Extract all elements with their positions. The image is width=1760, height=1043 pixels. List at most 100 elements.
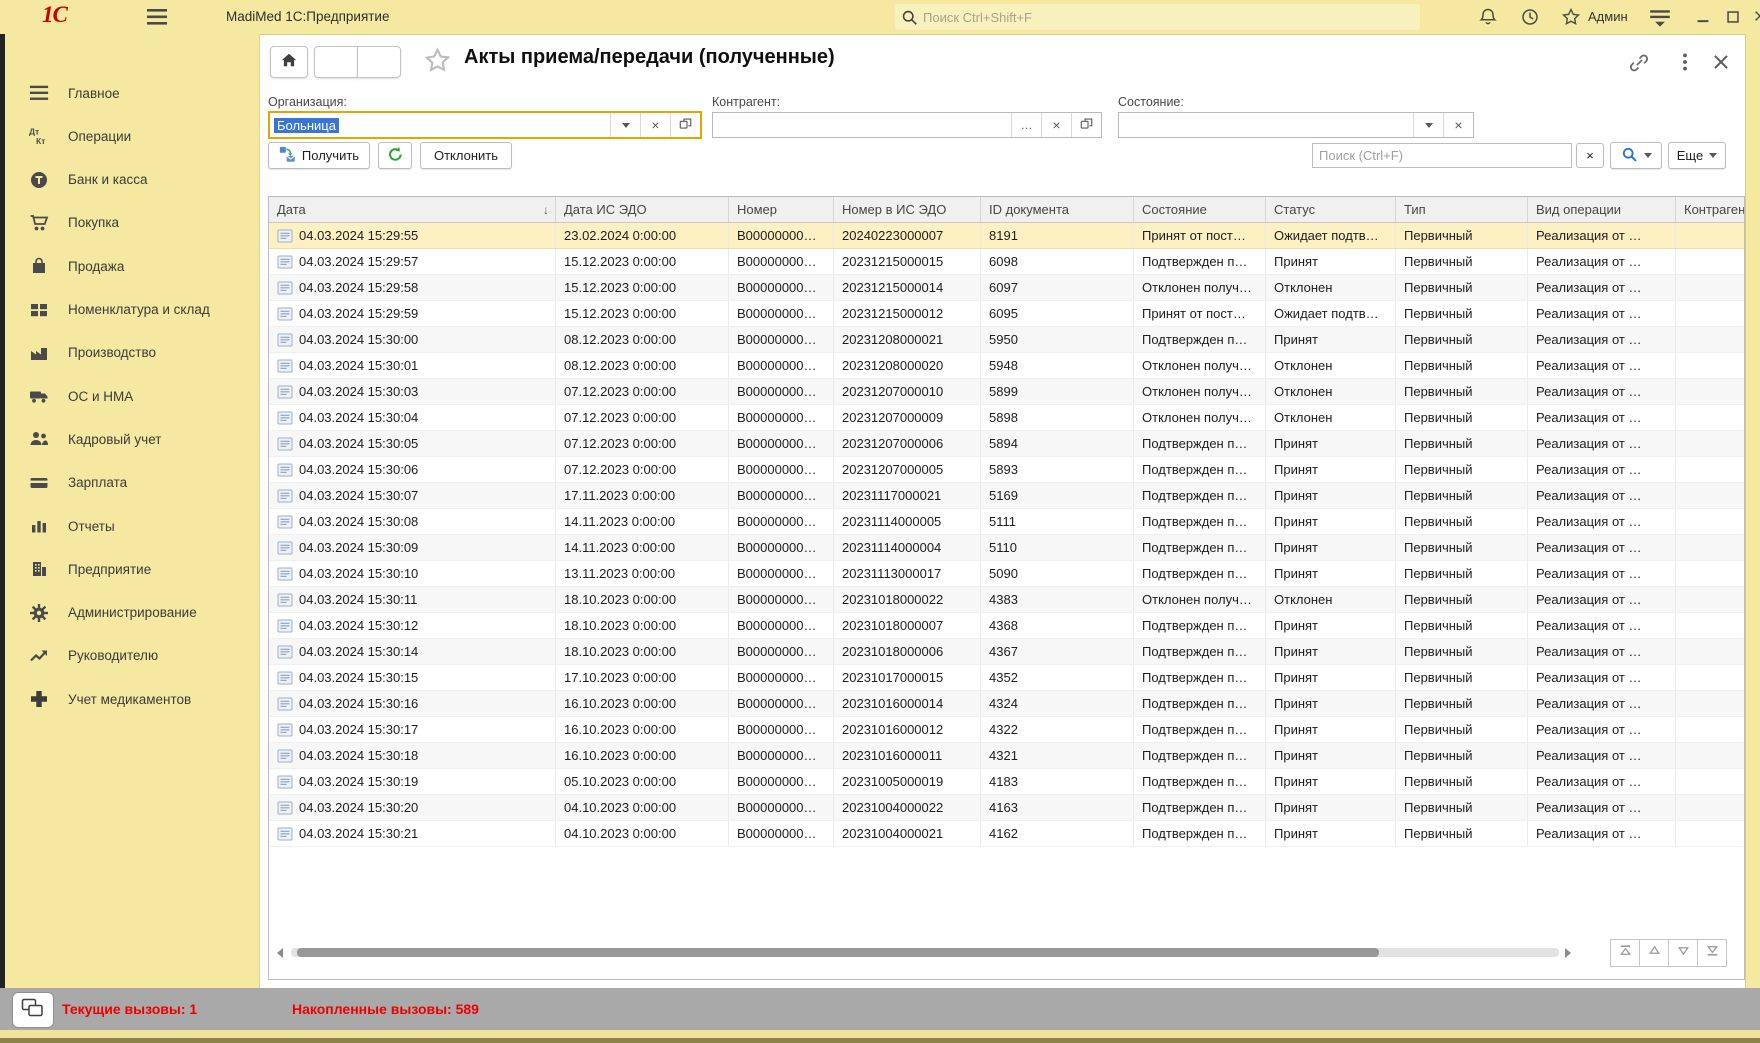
table-row[interactable]: 04.03.2024 15:30:1517.10.2023 0:00:00В00…	[269, 665, 1744, 691]
state-field[interactable]: ×	[1118, 112, 1474, 138]
table-cell-state: Отклонен получ…	[1134, 405, 1266, 430]
go-previous-button[interactable]	[1639, 939, 1669, 967]
table-cell-edo-date: 05.10.2023 0:00:00	[556, 769, 729, 794]
column-header-edo-number[interactable]: Номер в ИС ЭДО	[834, 197, 981, 222]
column-header-operation-kind[interactable]: Вид операции	[1528, 197, 1676, 222]
column-header-edo-date[interactable]: Дата ИС ЭДО	[556, 197, 729, 222]
more-actions-button[interactable]: Еще	[1668, 142, 1726, 169]
sidebar-item-hr[interactable]: Кадровый учет	[29, 424, 161, 454]
sidebar-item-enterprise[interactable]: Предприятие	[29, 554, 151, 584]
sidebar-item-nomenclature-stock[interactable]: Номенклатура и склад	[29, 295, 210, 325]
sidebar-item-sales[interactable]: Продажа	[29, 251, 124, 281]
add-favorite-star-icon[interactable]	[424, 47, 451, 74]
maximize-button[interactable]	[1724, 8, 1742, 26]
table-row[interactable]: 04.03.2024 15:30:0307.12.2023 0:00:00В00…	[269, 379, 1744, 405]
table-row[interactable]: 04.03.2024 15:29:5915.12.2023 0:00:00В00…	[269, 301, 1744, 327]
table-row[interactable]: 04.03.2024 15:30:0814.11.2023 0:00:00В00…	[269, 509, 1744, 535]
sections-panel: Главное ДтКтОперации Банк и касса Покупка Пр…	[5, 34, 260, 988]
notifications-bell-icon[interactable]	[1478, 7, 1498, 27]
organization-clear-button[interactable]: ×	[640, 113, 670, 137]
table-row[interactable]: 04.03.2024 15:30:1418.10.2023 0:00:00В00…	[269, 639, 1744, 665]
table-cell-edo-number: 20231016000014	[834, 691, 981, 716]
server-calls-icon[interactable]	[12, 992, 54, 1028]
column-header-type[interactable]: Тип	[1396, 197, 1528, 222]
history-icon[interactable]	[1520, 7, 1540, 27]
form-more-menu-icon[interactable]	[1674, 51, 1696, 73]
sidebar-item-production[interactable]: Производство	[29, 338, 156, 368]
list-search-go-button[interactable]	[1610, 142, 1662, 169]
main-menu-icon[interactable]	[146, 8, 168, 26]
table-row[interactable]: 04.03.2024 15:30:1716.10.2023 0:00:00В00…	[269, 717, 1744, 743]
table-row[interactable]: 04.03.2024 15:30:0108.12.2023 0:00:00В00…	[269, 353, 1744, 379]
contractor-open-button[interactable]	[1071, 113, 1101, 137]
table-row[interactable]: 04.03.2024 15:29:5815.12.2023 0:00:00В00…	[269, 275, 1744, 301]
hscroll-left-arrow[interactable]	[277, 948, 283, 958]
table-row[interactable]: 04.03.2024 15:30:0607.12.2023 0:00:00В00…	[269, 457, 1744, 483]
sidebar-item-purchase[interactable]: Покупка	[29, 208, 119, 238]
table-row[interactable]: 04.03.2024 15:30:1013.11.2023 0:00:00В00…	[269, 561, 1744, 587]
organization-dropdown-button[interactable]	[610, 113, 640, 137]
table-row[interactable]: 04.03.2024 15:30:1816.10.2023 0:00:00В00…	[269, 743, 1744, 769]
receive-button[interactable]: Получить	[268, 142, 370, 169]
sidebar-item-operations[interactable]: ДтКтОперации	[29, 121, 131, 151]
table-row[interactable]: 04.03.2024 15:30:1616.10.2023 0:00:00В00…	[269, 691, 1744, 717]
go-next-button[interactable]	[1668, 939, 1698, 967]
table-row[interactable]: 04.03.2024 15:30:0717.11.2023 0:00:00В00…	[269, 483, 1744, 509]
table-row[interactable]: 04.03.2024 15:29:5523.02.2024 0:00:00В00…	[269, 223, 1744, 249]
global-search-input[interactable]	[918, 9, 1420, 26]
close-window-button[interactable]	[1752, 8, 1760, 26]
sidebar-item-reports[interactable]: Отчеты	[29, 511, 115, 541]
minimize-button[interactable]	[1694, 8, 1712, 26]
table-cell-state: Подтвержден п…	[1134, 743, 1266, 768]
hscroll-thumb[interactable]	[297, 948, 1379, 957]
organization-open-button[interactable]	[670, 113, 700, 137]
organization-field[interactable]: Больница ×	[268, 111, 702, 139]
contractor-select-button[interactable]: …	[1011, 113, 1041, 137]
favorites-star-icon[interactable]	[1561, 7, 1581, 27]
go-first-button[interactable]	[1610, 939, 1640, 967]
close-form-icon[interactable]	[1710, 51, 1732, 73]
sidebar-item-bank-cash[interactable]: Банк и касса	[29, 165, 148, 195]
state-clear-button[interactable]: ×	[1443, 113, 1473, 137]
table-row[interactable]: 04.03.2024 15:30:1905.10.2023 0:00:00В00…	[269, 769, 1744, 795]
sidebar-item-main[interactable]: Главное	[29, 78, 120, 108]
contractor-clear-button[interactable]: ×	[1041, 113, 1071, 137]
column-header-contractor[interactable]: Контрагент	[1676, 197, 1744, 222]
column-header-doc-id[interactable]: ID документа	[981, 197, 1134, 222]
sidebar-item-administration[interactable]: Администрирование	[29, 598, 197, 628]
sidebar-item-manager[interactable]: Руководителю	[29, 641, 158, 671]
table-row[interactable]: 04.03.2024 15:30:0407.12.2023 0:00:00В00…	[269, 405, 1744, 431]
table-cell-contractor	[1676, 509, 1744, 534]
contractor-field[interactable]: … ×	[712, 112, 1102, 138]
table-row[interactable]: 04.03.2024 15:30:1118.10.2023 0:00:00В00…	[269, 587, 1744, 613]
back-button[interactable]	[314, 46, 358, 78]
go-last-button[interactable]	[1697, 939, 1727, 967]
sidebar-item-salary[interactable]: Зарплата	[29, 468, 127, 498]
list-search-clear-button[interactable]: ×	[1576, 143, 1604, 168]
sidebar-item-medications[interactable]: Учет медикаментов	[29, 684, 191, 714]
user-name[interactable]: Админ	[1588, 9, 1628, 24]
column-header-state[interactable]: Состояние	[1134, 197, 1266, 222]
table-row[interactable]: 04.03.2024 15:29:5715.12.2023 0:00:00В00…	[269, 249, 1744, 275]
state-dropdown-button[interactable]	[1413, 113, 1443, 137]
table-row[interactable]: 04.03.2024 15:30:0008.12.2023 0:00:00В00…	[269, 327, 1744, 353]
global-search[interactable]	[895, 4, 1420, 30]
hscroll-right-arrow[interactable]	[1565, 948, 1571, 958]
get-link-icon[interactable]	[1628, 52, 1650, 74]
column-header-date[interactable]: Дата↓	[269, 197, 556, 222]
home-button[interactable]	[270, 46, 308, 78]
table-row[interactable]: 04.03.2024 15:30:2104.10.2023 0:00:00В00…	[269, 821, 1744, 847]
open-icon	[678, 116, 693, 134]
column-header-status[interactable]: Статус	[1266, 197, 1396, 222]
refresh-button[interactable]	[378, 142, 412, 169]
decline-button[interactable]: Отклонить	[420, 142, 512, 169]
service-menu-icon[interactable]	[1648, 7, 1672, 27]
column-header-number[interactable]: Номер	[729, 197, 834, 222]
table-row[interactable]: 04.03.2024 15:30:0507.12.2023 0:00:00В00…	[269, 431, 1744, 457]
table-row[interactable]: 04.03.2024 15:30:0914.11.2023 0:00:00В00…	[269, 535, 1744, 561]
list-search-input[interactable]	[1312, 143, 1572, 168]
sidebar-item-fixed-assets[interactable]: ОС и НМА	[29, 381, 133, 411]
table-row[interactable]: 04.03.2024 15:30:2004.10.2023 0:00:00В00…	[269, 795, 1744, 821]
forward-button[interactable]	[357, 46, 401, 78]
table-row[interactable]: 04.03.2024 15:30:1218.10.2023 0:00:00В00…	[269, 613, 1744, 639]
